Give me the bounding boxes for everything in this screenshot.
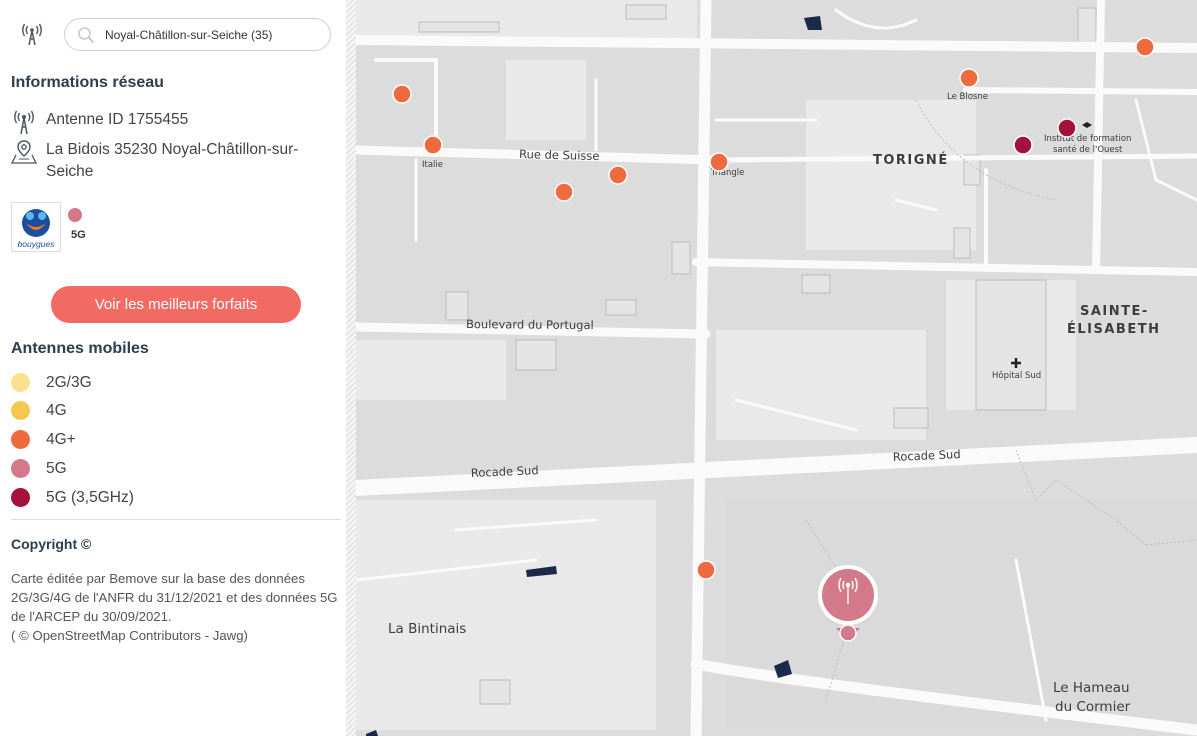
place-label: Le Hameau xyxy=(1053,680,1130,696)
antenna-id: Antenne ID 1755455 xyxy=(46,111,189,128)
legend-dot xyxy=(11,459,30,478)
school-icon xyxy=(1082,122,1092,128)
map-canvas[interactable]: Rue de Suisse Boulevard du Portugal Roca… xyxy=(356,0,1197,736)
poi-label: Le Blosne xyxy=(947,92,988,102)
legend-title: Antennes mobiles xyxy=(11,340,149,357)
district-label: SAINTE- xyxy=(1080,304,1149,319)
place-label: La Bintinais xyxy=(388,621,466,637)
poi-label: Institut de formation xyxy=(1044,134,1131,144)
antenna-marker-4g-plus[interactable] xyxy=(392,84,412,104)
search-box[interactable] xyxy=(64,18,331,51)
antenna-marker-4g-plus[interactable] xyxy=(696,560,716,580)
credits: Carte éditée par Bemove sur la base des … xyxy=(11,569,341,645)
poi-label: Italie xyxy=(422,160,443,170)
best-plans-button[interactable]: Voir les meilleurs forfaits xyxy=(51,286,301,323)
street-label: Rocade Sud xyxy=(471,463,539,480)
antenna-marker-4g-plus[interactable] xyxy=(709,152,729,172)
legend-label: 4G+ xyxy=(46,430,76,448)
svg-text:bouygues: bouygues xyxy=(18,239,56,249)
legend-item-5g-35: 5G (3,5GHz) xyxy=(11,488,134,507)
antenna-marker-5g-35[interactable] xyxy=(1057,118,1077,138)
street-label: Rue de Suisse xyxy=(519,147,600,163)
legend-dot xyxy=(11,488,30,507)
map-pin-icon xyxy=(11,140,37,164)
antenna-marker-4g-plus[interactable] xyxy=(1135,37,1155,57)
legend-item-4g: 4G xyxy=(11,401,67,420)
legend-dot xyxy=(11,373,30,392)
poi-label: Hôpital Sud xyxy=(992,370,1041,381)
search-input[interactable] xyxy=(105,25,320,45)
antenna-marker-4g-plus[interactable] xyxy=(959,68,979,88)
antenna-marker-5g-35[interactable] xyxy=(1013,135,1033,155)
street-label: Boulevard du Portugal xyxy=(466,317,594,332)
legend-item-4g-plus: 4G+ xyxy=(11,430,76,449)
antenna-icon[interactable] xyxy=(22,22,42,46)
place-label: du Cormier xyxy=(1055,699,1131,715)
legend-label: 2G/3G xyxy=(46,373,92,391)
osm-credit-link[interactable]: ( © OpenStreetMap Contributors - Jawg) xyxy=(11,628,248,643)
antenna-id-row: Antenne ID 1755455 xyxy=(11,109,326,135)
antenna-marker-4g-plus[interactable] xyxy=(423,135,443,155)
legend-dot xyxy=(11,430,30,449)
address: La Bidois 35230 Noyal-Châtillon-sur-Seic… xyxy=(46,141,299,180)
district-label: TORIGNÉ xyxy=(873,152,949,168)
antenna-icon xyxy=(14,110,34,135)
antenna-marker-4g-plus[interactable] xyxy=(608,165,628,185)
legend-label: 5G xyxy=(46,459,67,477)
info-title: Informations réseau xyxy=(11,74,164,91)
legend-label: 4G xyxy=(46,401,67,419)
legend-dot xyxy=(11,401,30,420)
antenna-marker-4g-plus[interactable] xyxy=(554,182,574,202)
poi-label: santé de l'Ouest xyxy=(1053,144,1123,155)
credits-text: Carte éditée par Bemove sur la base des … xyxy=(11,571,338,624)
district-label: ÉLISABETH xyxy=(1067,321,1160,337)
address-row: La Bidois 35230 Noyal-Châtillon-sur-Seic… xyxy=(11,139,326,183)
search-icon xyxy=(78,27,95,44)
legend-item-2g3g: 2G/3G xyxy=(11,373,92,392)
divider xyxy=(11,519,341,520)
legend-item-5g: 5G xyxy=(11,459,67,478)
sidebar: Informations réseau Antenne ID 1755455 L… xyxy=(0,0,352,736)
5g-dot xyxy=(68,208,82,222)
operator-tech: 5G xyxy=(71,229,86,241)
copyright-title: Copyright © xyxy=(11,536,92,552)
sidebar-resize-handle[interactable] xyxy=(346,0,356,736)
bouygues-logo: bouygues xyxy=(11,202,61,252)
legend-label: 5G (3,5GHz) xyxy=(46,488,134,506)
street-label: Rocade Sud xyxy=(893,447,961,464)
